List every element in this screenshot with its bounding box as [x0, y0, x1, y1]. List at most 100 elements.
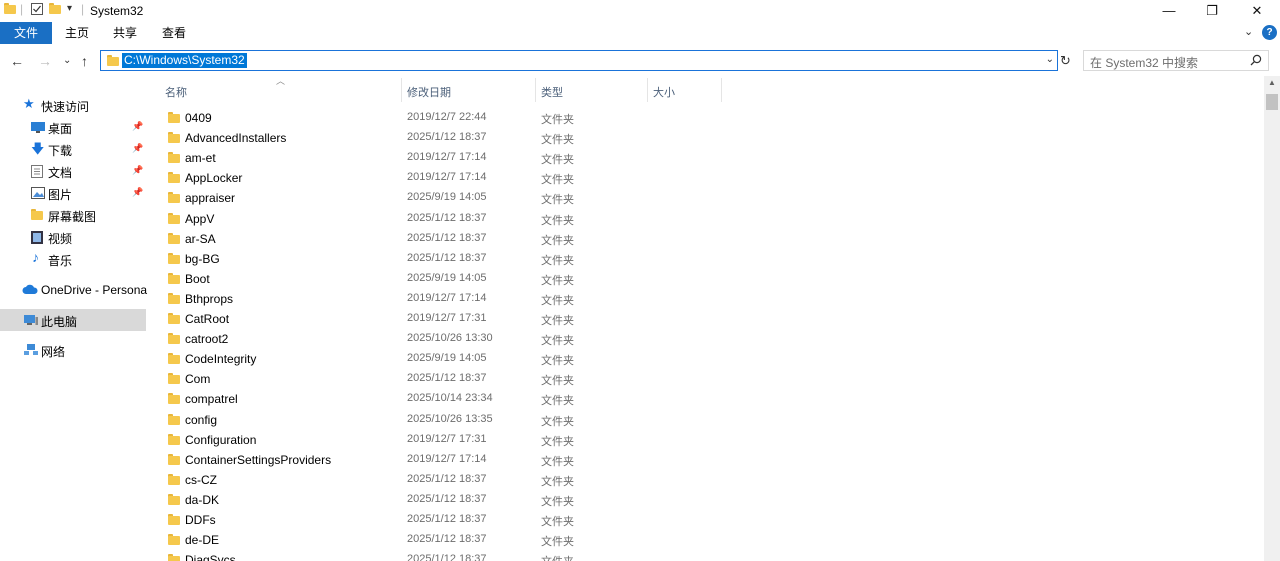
file-type: 文件夹 [541, 154, 574, 167]
file-name: da-DK [185, 492, 220, 507]
file-row[interactable]: da-DK 2025/1/12 18:37 文件夹 [160, 490, 1260, 510]
scrollbar-thumb[interactable] [1266, 94, 1278, 110]
column-header-size[interactable]: 大小 [648, 76, 722, 100]
maximize-button[interactable]: ❐ [1189, 0, 1235, 22]
column-header-type[interactable]: 类型 [536, 76, 648, 100]
file-name: catroot2 [185, 332, 229, 347]
recent-locations-icon[interactable]: ⌄ [63, 55, 71, 66]
folder-icon [168, 493, 180, 505]
sidebar-item-this-pc[interactable]: 此电脑 [0, 309, 146, 331]
file-row[interactable]: ar-SA 2025/1/12 18:37 文件夹 [160, 229, 1260, 249]
file-row[interactable]: Bthprops 2019/12/7 17:14 文件夹 [160, 289, 1260, 309]
sidebar-item-videos[interactable]: 视频 [0, 226, 146, 248]
file-date: 2019/12/7 17:14 [407, 452, 487, 465]
file-row[interactable]: am-et 2019/12/7 17:14 文件夹 [160, 148, 1260, 168]
sidebar-item-label: 屏幕截图 [48, 210, 97, 224]
file-date: 2019/12/7 17:31 [407, 312, 487, 324]
address-path[interactable]: C:\Windows\System32 [122, 53, 247, 68]
file-row[interactable]: cs-CZ 2025/1/12 18:37 文件夹 [160, 470, 1260, 490]
search-input[interactable]: 在 System32 中搜索 [1083, 50, 1269, 71]
minimize-button[interactable]: — [1146, 0, 1192, 22]
file-row[interactable]: compatrel 2025/10/14 23:34 文件夹 [160, 389, 1260, 409]
file-name: am-et [185, 151, 216, 166]
file-row[interactable]: CodeIntegrity 2025/9/19 14:05 文件夹 [160, 349, 1260, 369]
file-name: bg-BG [185, 251, 220, 266]
new-folder-icon[interactable] [49, 3, 61, 14]
file-row[interactable]: appraiser 2025/9/19 14:05 文件夹 [160, 188, 1260, 208]
vertical-scrollbar[interactable]: ▲ [1264, 76, 1280, 561]
tab-file[interactable]: 文件 [0, 22, 52, 44]
folder-icon [168, 292, 180, 304]
refresh-icon[interactable]: ↻ [1060, 53, 1071, 69]
tab-view[interactable]: 查看 [150, 22, 198, 44]
column-header-date[interactable]: 修改日期 [402, 76, 536, 100]
expand-ribbon-icon[interactable]: ⌄ [1244, 25, 1253, 38]
file-type: 文件夹 [541, 194, 574, 207]
file-row[interactable]: ContainerSettingsProviders 2019/12/7 17:1… [160, 450, 1260, 470]
sidebar-item-quick-access[interactable]: ★ 快速访问 [0, 94, 146, 116]
scroll-up-icon[interactable]: ▲ [1268, 78, 1276, 87]
column-label: 类型 [541, 87, 563, 99]
up-icon[interactable]: ↑ [81, 53, 88, 69]
search-icon[interactable] [1250, 54, 1262, 69]
folder-icon [168, 112, 180, 123]
file-name: AppLocker [185, 171, 243, 186]
pin-icon[interactable]: 📌 [132, 143, 143, 154]
file-name: DiagSvcs [185, 553, 236, 561]
file-row[interactable]: config 2025/10/26 13:35 文件夹 [160, 410, 1260, 430]
sidebar-item-music[interactable]: ♪ 音乐 [0, 248, 146, 270]
file-row[interactable]: DiagSvcs 2025/1/12 18:37 文件夹 [160, 550, 1260, 561]
file-name: appraiser [185, 191, 236, 206]
tab-share[interactable]: 共享 [101, 22, 149, 44]
file-row[interactable]: CatRoot 2019/12/7 17:31 文件夹 [160, 309, 1260, 329]
sidebar-item-network[interactable]: 网络 [0, 339, 146, 361]
properties-icon[interactable] [31, 3, 43, 15]
folder-icon [168, 313, 180, 324]
file-row[interactable]: AppLocker 2019/12/7 17:14 文件夹 [160, 168, 1260, 188]
file-row[interactable]: bg-BG 2025/1/12 18:37 文件夹 [160, 249, 1260, 269]
sidebar-item-label: 下载 [48, 144, 73, 158]
file-row[interactable]: 0409 2019/12/7 22:44 文件夹 [160, 108, 1260, 128]
music-icon: ♪ [32, 249, 39, 265]
column-divider[interactable] [721, 78, 722, 102]
customize-toolbar-icon[interactable]: ▾ [67, 3, 72, 14]
sidebar-item-onedrive[interactable]: OneDrive - Persona [0, 279, 147, 301]
desktop-icon [31, 121, 45, 133]
forward-icon[interactable]: → [38, 53, 52, 69]
file-row[interactable]: AppV 2025/1/12 18:37 文件夹 [160, 209, 1260, 229]
sidebar-item-label: 视频 [48, 232, 73, 246]
tab-home[interactable]: 主页 [53, 22, 101, 44]
chevron-down-icon[interactable]: ⌄ [1046, 54, 1054, 65]
file-row[interactable]: Configuration 2019/12/7 17:31 文件夹 [160, 430, 1260, 450]
file-row[interactable]: AdvancedInstallers 2025/1/12 18:37 文件夹 [160, 128, 1260, 148]
file-row[interactable]: DDFs 2025/1/12 18:37 文件夹 [160, 510, 1260, 530]
document-icon [31, 165, 45, 178]
folder-icon [168, 453, 180, 465]
file-type: 文件夹 [541, 536, 574, 549]
file-row[interactable]: catroot2 2025/10/26 13:30 文件夹 [160, 329, 1260, 349]
file-date: 2025/1/12 18:37 [407, 533, 487, 546]
address-bar[interactable]: C:\Windows\System32 ⌄ [100, 50, 1058, 71]
pin-icon[interactable]: 📌 [132, 121, 143, 132]
navigation-pane: ★ 快速访问 桌面 📌 🡇 下载 📌 文档 📌 图片 📌 屏幕截图 视频 ♪ 音… [0, 92, 147, 561]
pin-icon[interactable]: 📌 [132, 187, 143, 198]
file-row[interactable]: de-DE 2025/1/12 18:37 文件夹 [160, 530, 1260, 550]
sidebar-item-pictures[interactable]: 图片 📌 [0, 182, 146, 204]
folder-icon [168, 433, 180, 445]
pin-icon[interactable]: 📌 [132, 165, 143, 176]
file-row[interactable]: Boot 2025/9/19 14:05 文件夹 [160, 269, 1260, 289]
file-row[interactable]: Com 2025/1/12 18:37 文件夹 [160, 369, 1260, 389]
video-icon [31, 231, 45, 244]
close-button[interactable]: ✕ [1234, 0, 1280, 22]
sidebar-item-documents[interactable]: 文档 📌 [0, 160, 146, 182]
column-header-name[interactable]: 名称 [160, 76, 402, 100]
sidebar-item-screenshots[interactable]: 屏幕截图 [0, 204, 146, 226]
sidebar-item-label: 快速访问 [41, 100, 90, 114]
help-icon[interactable]: ? [1262, 25, 1277, 40]
sidebar-item-desktop[interactable]: 桌面 📌 [0, 116, 146, 138]
file-name: CatRoot [185, 312, 230, 326]
file-name: compatrel [185, 392, 238, 407]
back-icon[interactable]: ← [10, 53, 24, 69]
download-icon: 🡇 [31, 141, 45, 156]
sidebar-item-downloads[interactable]: 🡇 下载 📌 [0, 138, 146, 160]
